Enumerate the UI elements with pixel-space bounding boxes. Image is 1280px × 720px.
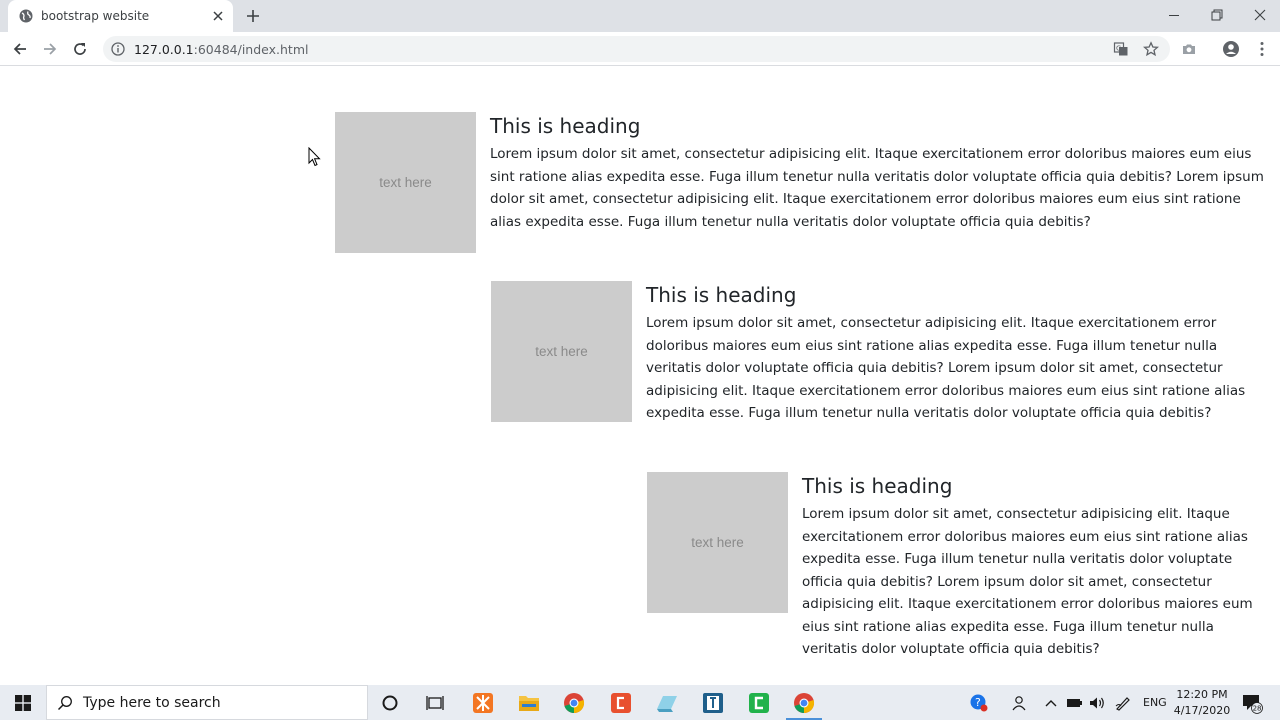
media-text-3: Lorem ipsum dolor sit amet, consectetur …	[802, 506, 1253, 657]
start-button[interactable]	[0, 685, 45, 720]
taskbar-search[interactable]: Type here to search	[46, 685, 368, 720]
site-info-icon[interactable]	[111, 42, 125, 56]
forward-arrow-icon[interactable]	[41, 40, 59, 58]
search-placeholder: Type here to search	[83, 695, 221, 711]
terminal-app-icon	[703, 692, 723, 713]
sketch-app-icon	[657, 695, 677, 712]
battery-icon[interactable]	[1065, 694, 1083, 712]
mouse-pointer-icon	[308, 147, 321, 167]
windows-taskbar: Type here to search ? ENG 12:20 PM 4/17/…	[0, 685, 1280, 720]
url-host: 127.0.0.1	[134, 42, 194, 57]
windows-logo-icon	[14, 694, 31, 711]
profile-avatar-icon[interactable]	[1222, 40, 1240, 58]
media-body-3: This is heading Lorem ipsum dolor sit am…	[802, 474, 1270, 661]
browser-tab[interactable]: bootstrap website	[8, 0, 233, 32]
reload-icon[interactable]	[71, 40, 89, 58]
restore-icon[interactable]	[1209, 7, 1225, 23]
brackets-editor-icon	[611, 692, 631, 713]
volume-icon[interactable]	[1088, 694, 1106, 712]
clock-date: 4/17/2020	[1173, 704, 1231, 717]
xampp-taskbar-app[interactable]	[461, 685, 505, 720]
media-text-1: Lorem ipsum dolor sit amet, consectetur …	[490, 146, 1264, 230]
browser-toolbar: 127.0.0.1:60484/index.html G	[0, 32, 1280, 66]
placeholder-text: text here	[691, 535, 744, 550]
media-heading-2: This is heading	[646, 283, 797, 307]
placeholder-text: text here	[379, 175, 432, 190]
url-path: :60484/index.html	[193, 42, 309, 57]
file-explorer-taskbar-app[interactable]	[507, 685, 551, 720]
media-body-2: This is heading Lorem ipsum dolor sit am…	[646, 283, 1272, 425]
screenshot-camera-icon[interactable]	[1180, 40, 1198, 58]
search-icon	[57, 696, 72, 711]
green-editor-icon	[749, 692, 769, 713]
pen-workspace-icon[interactable]	[1114, 694, 1132, 712]
tab-title: bootstrap website	[41, 9, 150, 23]
chrome-active-taskbar-app[interactable]	[782, 685, 826, 720]
back-arrow-icon[interactable]	[11, 40, 29, 58]
browser-tabstrip: bootstrap website	[0, 0, 1280, 32]
svg-text:?: ?	[975, 696, 981, 709]
terminal-taskbar-app[interactable]	[691, 685, 735, 720]
help-badge-icon[interactable]: ?	[970, 694, 988, 712]
close-window-icon[interactable]	[1252, 7, 1268, 23]
translate-icon[interactable]: G	[1113, 41, 1129, 57]
media-heading-1: This is heading	[490, 114, 641, 138]
placeholder-text: text here	[535, 344, 588, 359]
placeholder-image-3: text here	[647, 472, 788, 613]
task-view-button[interactable]	[413, 685, 457, 720]
people-icon[interactable]	[1009, 694, 1027, 712]
cortana-circle-icon	[382, 695, 398, 710]
chrome-active-icon	[794, 692, 815, 713]
file-explorer-icon	[519, 695, 539, 711]
bookmark-star-icon[interactable]	[1143, 41, 1159, 57]
svg-text:G: G	[1116, 45, 1121, 53]
media-text-2: Lorem ipsum dolor sit amet, consectetur …	[646, 315, 1246, 421]
green-editor-taskbar-app[interactable]	[737, 685, 781, 720]
notification-count: 28	[1253, 705, 1262, 713]
media-heading-3: This is heading	[802, 474, 953, 498]
minimize-icon[interactable]	[1166, 7, 1182, 23]
task-view-icon	[426, 695, 444, 710]
new-tab-icon[interactable]	[245, 8, 261, 24]
placeholder-image-1: text here	[335, 112, 476, 253]
chrome-icon	[564, 692, 585, 713]
notification-center-icon[interactable]: 28	[1241, 692, 1263, 714]
sketch-taskbar-app[interactable]	[645, 685, 689, 720]
close-tab-icon[interactable]	[211, 9, 225, 23]
xampp-icon	[473, 692, 493, 713]
cortana-button[interactable]	[368, 685, 412, 720]
address-bar[interactable]: 127.0.0.1:60484/index.html G	[103, 36, 1170, 62]
page-viewport: text here This is heading Lorem ipsum do…	[0, 67, 1280, 685]
brackets-taskbar-app[interactable]	[599, 685, 643, 720]
kebab-menu-icon[interactable]	[1253, 40, 1271, 58]
chrome-taskbar-app[interactable]	[552, 685, 596, 720]
chevron-up-icon[interactable]	[1042, 694, 1060, 712]
media-body-1: This is heading Lorem ipsum dolor sit am…	[490, 114, 1270, 233]
language-indicator[interactable]: ENG	[1143, 696, 1167, 709]
taskbar-clock[interactable]: 12:20 PM 4/17/2020	[1168, 687, 1236, 719]
clock-time: 12:20 PM	[1176, 688, 1228, 701]
url-text[interactable]: 127.0.0.1:60484/index.html	[134, 42, 308, 57]
placeholder-image-2: text here	[491, 281, 632, 422]
globe-icon	[19, 9, 33, 23]
